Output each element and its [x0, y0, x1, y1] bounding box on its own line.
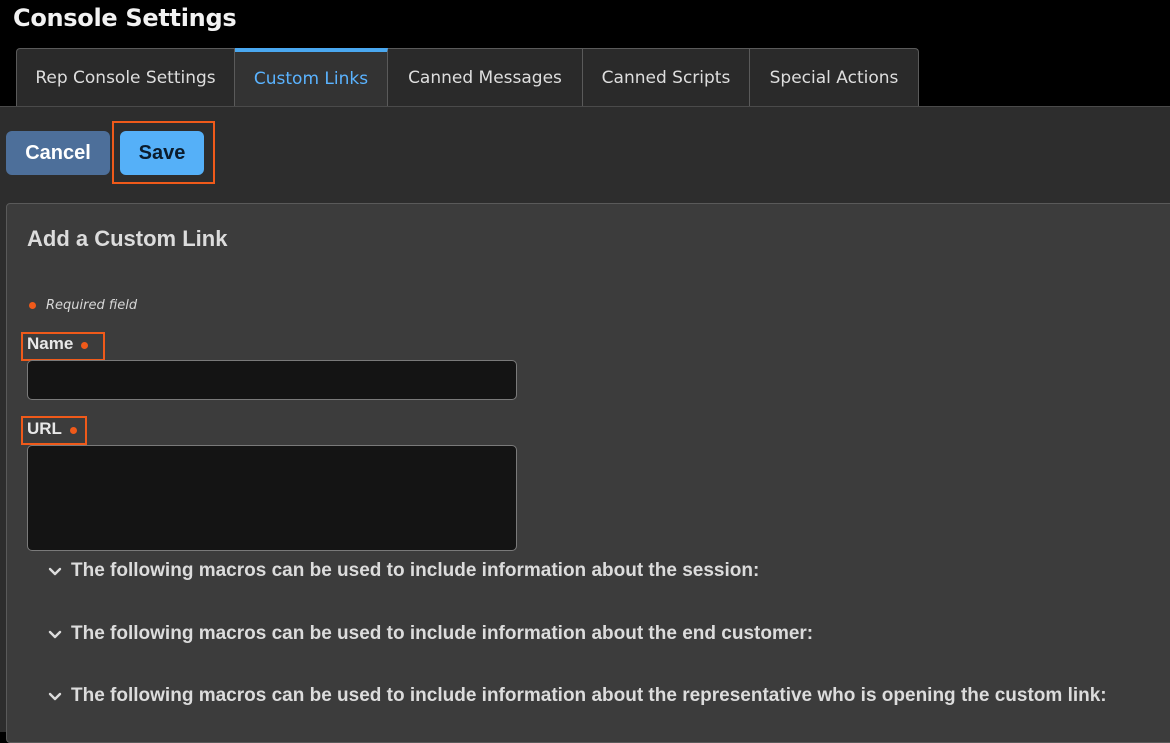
content-panel: Cancel Save Add a Custom Link Required f… [0, 106, 1170, 743]
macros-session-label: The following macros can be used to incl… [71, 560, 760, 581]
required-dot-icon [81, 341, 89, 349]
url-label-text: URL [27, 419, 62, 438]
required-note-text: Required field [46, 298, 138, 313]
chevron-down-icon [48, 630, 62, 639]
cancel-button[interactable]: Cancel [6, 131, 110, 175]
tab-canned-messages[interactable]: Canned Messages [388, 48, 583, 106]
chevron-down-icon [48, 567, 62, 576]
custom-link-form: Add a Custom Link Required field Name UR… [6, 203, 1170, 743]
tab-custom-links[interactable]: Custom Links [235, 48, 388, 106]
name-label-text: Name [27, 334, 74, 353]
form-heading: Add a Custom Link [27, 226, 228, 251]
macros-end-customer-label: The following macros can be used to incl… [71, 623, 814, 644]
name-label: Name [27, 334, 89, 354]
url-textarea[interactable] [27, 445, 517, 551]
macros-session-toggle[interactable]: The following macros can be used to incl… [47, 560, 759, 582]
tab-special-actions[interactable]: Special Actions [750, 48, 919, 106]
chevron-down-icon [48, 692, 62, 701]
macros-representative-toggle[interactable]: The following macros can be used to incl… [47, 685, 1107, 707]
required-dot-icon [69, 426, 77, 434]
macros-representative-label: The following macros can be used to incl… [71, 685, 1107, 706]
required-note: Required field [29, 298, 137, 313]
tab-rep-console-settings[interactable]: Rep Console Settings [16, 48, 235, 106]
macros-end-customer-toggle[interactable]: The following macros can be used to incl… [47, 623, 813, 645]
page-title: Console Settings [13, 4, 237, 32]
url-label: URL [27, 419, 77, 439]
required-dot-icon [29, 302, 36, 309]
tab-canned-scripts[interactable]: Canned Scripts [583, 48, 750, 106]
save-button[interactable]: Save [120, 131, 204, 175]
name-input[interactable] [27, 360, 517, 400]
settings-tabs: Rep Console Settings Custom Links Canned… [16, 48, 919, 106]
